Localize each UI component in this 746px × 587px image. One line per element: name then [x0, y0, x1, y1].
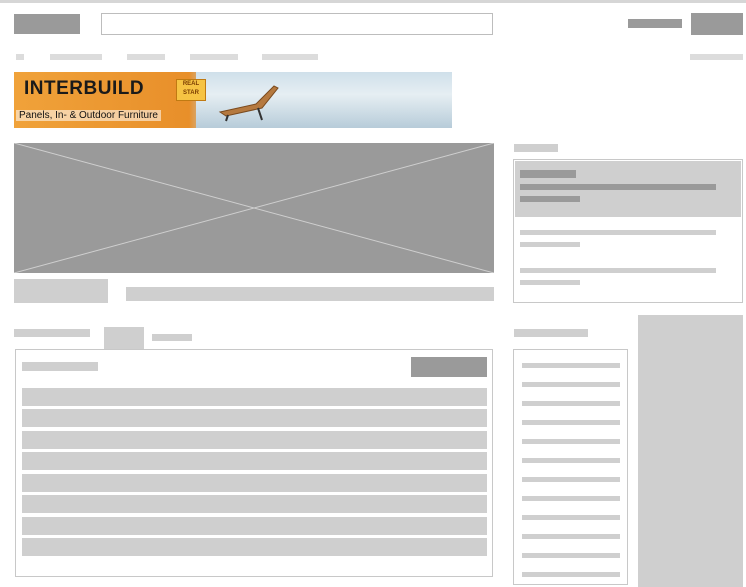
list-row[interactable] [22, 409, 487, 427]
link-list-item[interactable] [522, 477, 620, 482]
hero-caption-text [126, 287, 494, 301]
widget-line-4[interactable] [520, 280, 580, 285]
link-list-item[interactable] [522, 420, 620, 425]
list-row[interactable] [22, 538, 487, 556]
widget-heading [514, 144, 558, 152]
image-placeholder-cross-icon [14, 143, 494, 273]
banner-brand: INTERBUILD [24, 78, 145, 99]
banner-stamp: REAL STAR [176, 79, 206, 101]
link-list-item[interactable] [522, 515, 620, 520]
widget-line-1[interactable] [520, 230, 716, 235]
tab-active[interactable] [104, 327, 144, 349]
hero-image-placeholder[interactable] [14, 143, 494, 273]
nav-item-1[interactable] [16, 54, 24, 60]
link-list-item[interactable] [522, 534, 620, 539]
link-list-item[interactable] [522, 553, 620, 558]
nav-item-right[interactable] [690, 54, 743, 60]
list-row[interactable] [22, 495, 487, 513]
list-panel-title [22, 362, 98, 371]
section-heading [14, 329, 90, 337]
top-rule [0, 0, 746, 3]
banner-ad[interactable]: INTERBUILD REAL STAR Panels, In- & Outdo… [14, 72, 452, 128]
nav-item-3[interactable] [127, 54, 165, 60]
site-logo-placeholder[interactable] [14, 14, 80, 34]
widget-featured-title [520, 170, 576, 178]
nav-item-5[interactable] [262, 54, 318, 60]
list-row[interactable] [22, 452, 487, 470]
nav-item-2[interactable] [50, 54, 102, 60]
nav-item-4[interactable] [190, 54, 238, 60]
widget-line-2[interactable] [520, 242, 580, 247]
link-list-item[interactable] [522, 401, 620, 406]
hero-caption-tag [14, 279, 108, 303]
link-list-heading [514, 329, 588, 337]
list-row[interactable] [22, 388, 487, 406]
link-list-item[interactable] [522, 382, 620, 387]
widget-line-3[interactable] [520, 268, 716, 273]
link-list-item[interactable] [522, 458, 620, 463]
skyscraper-ad-placeholder[interactable] [638, 315, 743, 587]
link-list-item[interactable] [522, 439, 620, 444]
banner-tagline: Panels, In- & Outdoor Furniture [16, 110, 161, 121]
widget-featured-line-2 [520, 196, 580, 202]
search-input[interactable] [101, 13, 493, 35]
link-list-item[interactable] [522, 496, 620, 501]
sun-lounger-image [218, 85, 279, 122]
link-list-panel [513, 349, 628, 585]
tab-inactive[interactable] [152, 334, 192, 341]
widget-box [513, 159, 743, 303]
link-list-item[interactable] [522, 572, 620, 577]
list-panel [15, 349, 493, 577]
list-row[interactable] [22, 431, 487, 449]
link-list-item[interactable] [522, 363, 620, 368]
header-link-placeholder[interactable] [628, 19, 682, 28]
list-row[interactable] [22, 517, 487, 535]
list-row[interactable] [22, 474, 487, 492]
list-panel-button[interactable] [411, 357, 487, 377]
header-button-placeholder[interactable] [691, 13, 743, 35]
widget-featured-line-1 [520, 184, 716, 190]
